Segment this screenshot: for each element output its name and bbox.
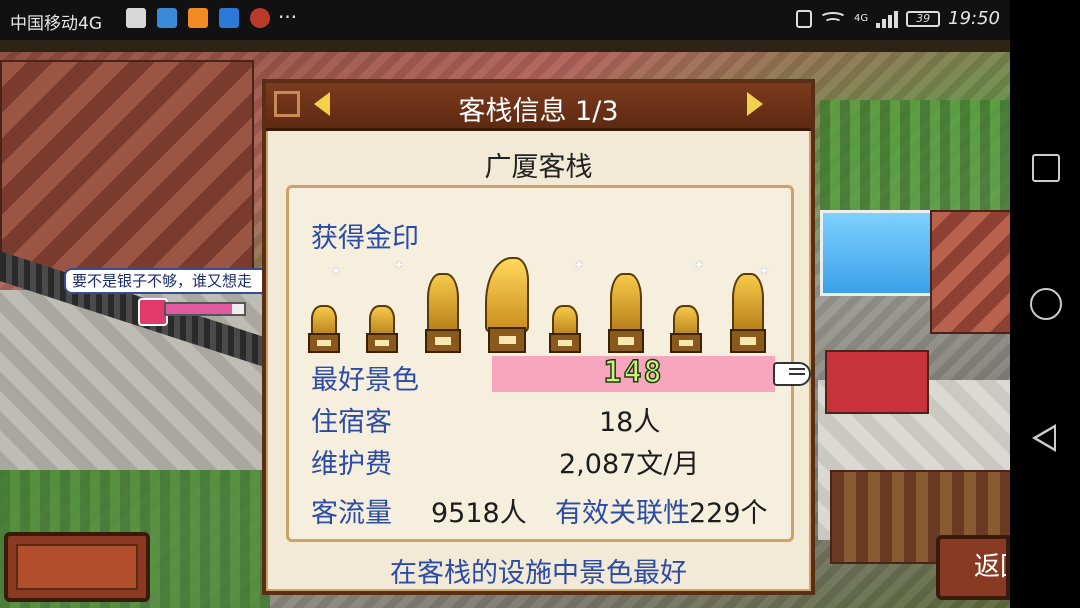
recent-apps-button[interactable]	[1032, 154, 1060, 182]
return-button[interactable]: 返回	[936, 535, 1010, 600]
traffic-label: 客流量	[311, 498, 392, 529]
dragon-seal-icon	[484, 257, 530, 353]
sparkle-icon: ✦	[331, 264, 342, 278]
wifi-icon	[819, 10, 847, 28]
inn-name: 广厦客栈	[484, 152, 593, 183]
gold-seals: ✦ ✦ ✦ ✦ ✦	[308, 257, 779, 353]
battery-icon: 39	[906, 10, 941, 27]
gold-seal-icon	[608, 273, 644, 353]
gold-seal-icon	[670, 301, 702, 353]
dialog-header: 客栈信息 1/3	[266, 83, 811, 131]
sparkle-icon: ✦	[694, 258, 705, 272]
more-icon: ···	[278, 5, 298, 29]
bath-pool	[820, 210, 936, 296]
gold-seal-icon	[730, 273, 766, 353]
linkage-value: 229个	[689, 498, 768, 529]
gold-seal-icon	[308, 301, 340, 353]
gold-seal-icon	[549, 301, 581, 353]
video-icon	[219, 8, 239, 28]
maintenance-label: 维护费	[311, 449, 392, 480]
status-right: 4G 39 19:50	[796, 8, 1000, 29]
maintenance-value: 2,087文/月	[559, 449, 700, 480]
carrier-label: 中国移动4G	[10, 14, 102, 34]
best-scenery-value: 148	[603, 354, 664, 391]
best-scenery-bar: 148	[492, 354, 775, 392]
speech-bubble: 要不是银子不够，谁又想走	[64, 268, 269, 294]
vibrate-icon	[796, 9, 812, 28]
sparkle-icon: ✦	[574, 258, 585, 272]
gold-seal-label: 获得金印	[311, 223, 419, 254]
top-hud-strip	[0, 40, 1010, 52]
footer-message: 在客栈的设施中景色最好	[390, 558, 687, 589]
game-icon	[250, 8, 270, 28]
gold-seal-icon	[366, 301, 398, 353]
dialog-title: 客栈信息 1/3	[458, 96, 619, 127]
next-page-arrow-icon[interactable]	[747, 92, 763, 116]
signal-icon	[876, 10, 899, 28]
browser-icon	[157, 8, 177, 28]
building	[825, 350, 929, 414]
garden	[820, 100, 1010, 220]
back-button[interactable]	[1032, 424, 1056, 452]
guests-label: 住宿客	[311, 407, 392, 438]
pointing-hand-icon	[773, 362, 811, 386]
best-scenery-label: 最好景色	[311, 365, 419, 396]
menu-button[interactable]	[4, 532, 150, 602]
a-icon	[126, 8, 146, 28]
gold-seal-icon	[425, 273, 461, 353]
orange-app-icon	[188, 8, 208, 28]
clock: 19:50	[948, 8, 1000, 29]
satisfaction-meter-fill	[166, 304, 233, 314]
building	[0, 60, 254, 274]
guests-value: 18人	[599, 407, 661, 438]
stats-panel: 获得金印 ✦ ✦ ✦ ✦ ✦ 最好景色 148 住宿客 18人 维护费 2,08…	[286, 185, 811, 542]
linkage-label: 有效关联性	[555, 498, 690, 529]
traffic-value: 9518人	[431, 498, 527, 529]
inn-info-dialog: 客栈信息 1/3 广厦客栈 获得金印 ✦ ✦ ✦ ✦ ✦ 最好景色 148 住宿…	[262, 79, 815, 595]
sparkle-icon: ✦	[394, 258, 405, 272]
building	[930, 210, 1010, 334]
signal-type-label: 4G	[854, 13, 869, 24]
home-button[interactable]	[1030, 288, 1062, 320]
status-bar: 中国移动4G ··· 4G 39 19:50	[0, 0, 1010, 40]
satisfaction-meter	[164, 302, 246, 316]
navigation-bar	[1010, 0, 1080, 608]
